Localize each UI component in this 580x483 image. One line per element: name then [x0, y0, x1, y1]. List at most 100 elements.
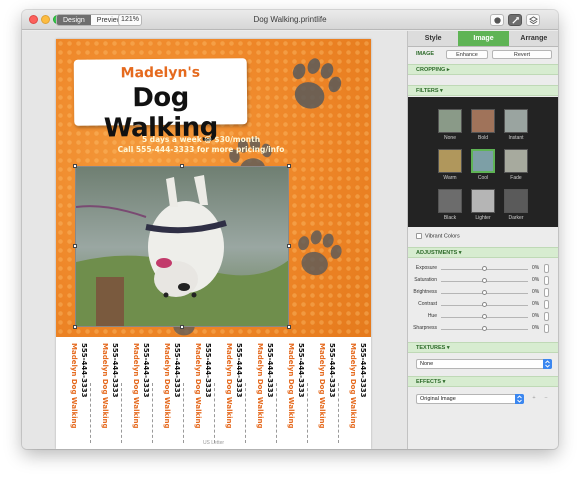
- remove-effect-button[interactable]: −: [541, 394, 551, 403]
- filter-thumbnail: [504, 189, 528, 213]
- design-canvas[interactable]: Madelyn's Dog Walking 5 days a week @ $3…: [22, 31, 407, 449]
- tear-off-tab[interactable]: Madelyn Dog Walking 555-444-3333: [277, 343, 306, 437]
- textures-popup[interactable]: None: [416, 359, 552, 369]
- dog-photo[interactable]: [75, 166, 289, 327]
- filter-warm[interactable]: Warm: [436, 149, 464, 181]
- filter-thumbnail: [504, 149, 528, 173]
- sharpness-label: Sharpness: [413, 325, 437, 331]
- filter-black[interactable]: Black: [436, 189, 464, 221]
- tab-arrange[interactable]: Arrange: [509, 31, 558, 46]
- adjustments-section-header[interactable]: ADJUSTMENTS ▾: [408, 247, 558, 258]
- flyer-page[interactable]: Madelyn's Dog Walking 5 days a week @ $3…: [56, 39, 371, 449]
- brightness-slider-knob[interactable]: [482, 290, 487, 295]
- effects-popup[interactable]: Original Image: [416, 394, 524, 404]
- filter-lighter[interactable]: Lighter: [469, 189, 497, 221]
- filter-none[interactable]: None: [436, 109, 464, 141]
- effects-section-header[interactable]: EFFECTS ▾: [408, 376, 558, 387]
- saturation-value: 0%: [532, 277, 540, 283]
- title-card[interactable]: Madelyn's Dog Walking: [73, 58, 248, 143]
- tools-toolbar-button[interactable]: [508, 14, 522, 26]
- filter-cool[interactable]: Cool: [469, 149, 497, 181]
- tab-phone-text: 555-444-3333: [142, 343, 150, 398]
- selection-handle[interactable]: [287, 244, 291, 248]
- contrast-slider-knob[interactable]: [482, 302, 487, 307]
- hue-slider-knob[interactable]: [482, 314, 487, 319]
- filter-label: Bold: [477, 135, 488, 141]
- layers-toolbar-button[interactable]: [526, 14, 540, 26]
- selection-handle[interactable]: [287, 325, 291, 329]
- saturation-slider-knob[interactable]: [482, 278, 487, 283]
- sharpness-row: Sharpness 0%: [408, 324, 558, 334]
- tab-phone-text: 555-444-3333: [297, 343, 305, 398]
- hue-value: 0%: [532, 313, 540, 319]
- exposure-stepper[interactable]: [544, 264, 549, 273]
- tear-off-tab[interactable]: Madelyn Dog Walking 555-444-3333: [215, 343, 244, 437]
- tear-off-tab[interactable]: Madelyn Dog Walking 555-444-3333: [184, 343, 213, 437]
- tear-off-tab[interactable]: Madelyn Dog Walking 555-444-3333: [339, 343, 368, 437]
- contrast-value: 0%: [532, 301, 540, 307]
- tear-off-tab[interactable]: Madelyn Dog Walking 555-444-3333: [153, 343, 182, 437]
- style-toolbar-button[interactable]: [490, 14, 504, 26]
- selection-handle[interactable]: [73, 325, 77, 329]
- filter-thumbnail: [471, 189, 495, 213]
- effects-value: Original Image: [420, 396, 456, 402]
- cut-line: [245, 383, 246, 443]
- title-bar: Design Preview 121% Dog Walking.printlif…: [22, 10, 558, 30]
- cut-line: [214, 383, 215, 443]
- selection-handle[interactable]: [73, 164, 77, 168]
- filter-fade[interactable]: Fade: [502, 149, 530, 181]
- sharpness-stepper[interactable]: [544, 324, 549, 333]
- tear-off-tab[interactable]: Madelyn Dog Walking 555-444-3333: [308, 343, 337, 437]
- filter-thumbnail: [471, 109, 495, 133]
- image-section-label: IMAGE: [416, 51, 435, 57]
- filters-section-header[interactable]: FILTERS ▾: [408, 85, 558, 96]
- hue-stepper[interactable]: [544, 312, 549, 321]
- tab-style[interactable]: Style: [408, 31, 458, 46]
- selection-handle[interactable]: [180, 325, 184, 329]
- flyer-tagline-2[interactable]: Call 555-444-3333 for more pricing/info: [96, 145, 306, 154]
- filter-label: Instant: [508, 135, 524, 141]
- tab-phone-text: 555-444-3333: [204, 343, 212, 398]
- filter-darker[interactable]: Darker: [502, 189, 530, 221]
- filter-label: Lighter: [475, 215, 491, 221]
- filter-thumbnail: [438, 189, 462, 213]
- tab-phone-text: 555-444-3333: [235, 343, 243, 398]
- cut-line: [276, 383, 277, 443]
- contrast-label: Contrast: [418, 301, 437, 307]
- sharpness-slider-knob[interactable]: [482, 326, 487, 331]
- filter-bold[interactable]: Bold: [469, 109, 497, 141]
- textures-section-header[interactable]: TEXTURES ▾: [408, 342, 558, 353]
- tear-off-tab[interactable]: Madelyn Dog Walking 555-444-3333: [122, 343, 151, 437]
- saturation-stepper[interactable]: [544, 276, 549, 285]
- exposure-row: Exposure 0%: [408, 264, 558, 274]
- selection-handle[interactable]: [73, 244, 77, 248]
- add-effect-button[interactable]: +: [529, 394, 539, 403]
- popup-arrow-icon: [543, 359, 552, 369]
- tear-off-tab[interactable]: Madelyn Dog Walking 555-444-3333: [246, 343, 275, 437]
- paw-print-icon: [292, 58, 342, 109]
- vibrant-colors-checkbox[interactable]: [416, 233, 422, 239]
- vibrant-colors-option[interactable]: Vibrant Colors: [416, 233, 460, 239]
- tab-phone-text: 555-444-3333: [173, 343, 181, 398]
- brush-icon: [494, 17, 501, 24]
- paper-size-label: US Letter: [202, 440, 225, 446]
- filter-instant[interactable]: Instant: [502, 109, 530, 141]
- cropping-section-header[interactable]: CROPPING ▸: [408, 64, 558, 75]
- app-window: Design Preview 121% Dog Walking.printlif…: [22, 10, 558, 449]
- revert-button[interactable]: Revert: [492, 50, 552, 59]
- tear-off-tab[interactable]: Madelyn Dog Walking 555-444-3333: [60, 343, 89, 437]
- tab-phone-text: 555-444-3333: [328, 343, 336, 398]
- cut-line: [307, 383, 308, 443]
- selection-handle[interactable]: [287, 164, 291, 168]
- filter-thumbnail: [438, 149, 462, 173]
- filter-thumbnail: [438, 109, 462, 133]
- selection-handle[interactable]: [180, 164, 184, 168]
- brightness-stepper[interactable]: [544, 288, 549, 297]
- tear-off-tab[interactable]: Madelyn Dog Walking 555-444-3333: [91, 343, 120, 437]
- flyer-tagline-1[interactable]: 5 days a week @ $30/month: [96, 135, 306, 144]
- filter-thumbnail: [504, 109, 528, 133]
- enhance-button[interactable]: Enhance: [446, 50, 488, 59]
- contrast-stepper[interactable]: [544, 300, 549, 309]
- tab-image[interactable]: Image: [458, 31, 509, 46]
- exposure-slider-knob[interactable]: [482, 266, 487, 271]
